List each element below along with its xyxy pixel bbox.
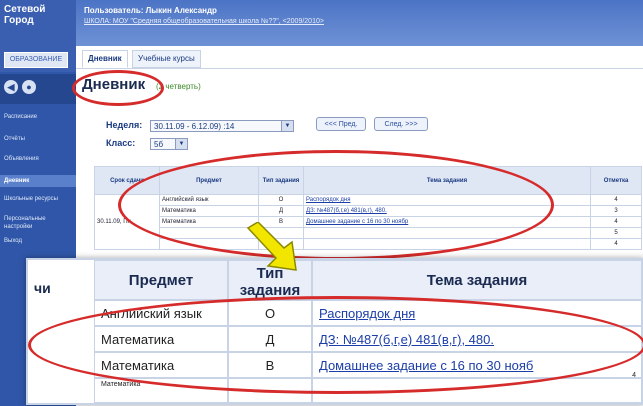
user-name: Пользователь: Лыкин Александр bbox=[84, 6, 217, 15]
mark-cell: 4 bbox=[590, 216, 642, 228]
subject-cell: Английский язык bbox=[159, 194, 259, 206]
sidebar-item-diary[interactable]: Дневник bbox=[0, 175, 76, 187]
prev-week-button[interactable]: <<< Пред. bbox=[316, 117, 366, 131]
logo[interactable]: Сетевой Город bbox=[4, 4, 64, 26]
week-value: 30.11.09 - 6.12.09) :14 bbox=[154, 122, 235, 131]
zoom-header-subject: Предмет bbox=[94, 260, 228, 300]
topic-cell: ДЗ: №487(б,г,е) 481(в,г), 480. bbox=[303, 205, 591, 217]
next-week-button[interactable]: След. >>> bbox=[374, 117, 428, 131]
mark-cell: 3 bbox=[590, 205, 642, 217]
zoom-subject-cell: Математика bbox=[94, 326, 228, 352]
zoom-tail-type bbox=[228, 378, 312, 403]
column-header-mark: Отметка bbox=[590, 166, 642, 195]
topic-cell: Распорядок дня bbox=[303, 194, 591, 206]
zoom-topic-link[interactable]: ДЗ: №487(б,г,е) 481(в,г), 480. bbox=[312, 326, 642, 352]
topic-cell: Домашнее задание с 16 по 30 ноябр bbox=[303, 216, 591, 228]
type-cell: О bbox=[258, 194, 304, 206]
zoom-type-cell: О bbox=[228, 300, 312, 326]
table-row: Математика Д ДЗ: №487(б,г,е) 481(в,г), 4… bbox=[95, 205, 642, 217]
mark-cell: 4 bbox=[590, 194, 642, 206]
zoom-tail-subject: Математика bbox=[94, 378, 228, 403]
table-header-row: Срок сдачи Предмет Тип задания Тема зада… bbox=[94, 166, 642, 195]
week-label: Неделя: bbox=[106, 120, 143, 130]
school-link[interactable]: ШКОЛА: МОУ "Средняя общеобразовательная … bbox=[84, 18, 324, 25]
week-select[interactable]: 30.11.09 - 6.12.09) :14 ▼ bbox=[150, 120, 294, 132]
table-row: 30.11.09, Пн Английский язык О Распорядо… bbox=[94, 194, 642, 250]
back-icon[interactable]: ◀ bbox=[4, 80, 18, 94]
sidebar-item-resources[interactable]: Школьные ресурсы bbox=[4, 195, 72, 203]
column-header-subject: Предмет bbox=[159, 166, 259, 195]
subject-cell: Математика bbox=[159, 205, 259, 217]
logo-badge: ОБРАЗОВАНИЕ bbox=[4, 52, 68, 68]
class-value: 5б bbox=[154, 140, 164, 149]
type-cell: Д bbox=[258, 205, 304, 217]
topic-link[interactable]: Распорядок дня bbox=[306, 197, 350, 203]
zoom-tail-mark: 4 bbox=[632, 372, 636, 379]
column-header-topic: Тема задания bbox=[303, 166, 591, 195]
zoom-type-cell: Д bbox=[228, 326, 312, 352]
zoom-topic-link[interactable]: Домашнее задание с 16 по 30 нояб bbox=[312, 352, 642, 378]
zoom-tail-topic bbox=[312, 378, 642, 403]
tab-courses[interactable]: Учебные курсы bbox=[132, 50, 201, 68]
logo-line-1: Сетевой bbox=[4, 4, 46, 15]
mark-cell: 4 bbox=[590, 238, 642, 250]
topic-cell bbox=[303, 227, 591, 239]
arrow-shape bbox=[246, 222, 297, 271]
sidebar-item-exit[interactable]: Выход bbox=[4, 237, 72, 245]
column-header-deadline: Срок сдачи bbox=[94, 166, 160, 195]
zoom-panel: чи Предмет Тип задания Тема задания Англ… bbox=[26, 258, 643, 405]
column-header-type: Тип задания bbox=[258, 166, 304, 195]
zoom-header-topic: Тема задания bbox=[312, 260, 642, 300]
sidebar-item-settings[interactable]: Персональные настройки bbox=[4, 215, 72, 231]
class-label: Класс: bbox=[106, 138, 136, 148]
class-select[interactable]: 5б ▼ bbox=[150, 138, 188, 150]
sidebar-item-announcements[interactable]: Объявления bbox=[4, 155, 72, 163]
topic-link[interactable]: Домашнее задание с 16 по 30 ноябр bbox=[306, 219, 408, 225]
table-row: Математика В Домашнее задание с 16 по 30… bbox=[95, 216, 642, 228]
topic-link[interactable]: ДЗ: №487(б,г,е) 481(в,г), 480. bbox=[306, 208, 387, 214]
arrow-icon bbox=[246, 222, 297, 271]
table-row: 4 bbox=[95, 238, 642, 250]
sidebar-item-schedule[interactable]: Расписание bbox=[4, 113, 72, 121]
term-label: (2 четверть) bbox=[156, 82, 201, 91]
zoom-type-cell: В bbox=[228, 352, 312, 378]
zoom-topic-link[interactable]: Распорядок дня bbox=[312, 300, 642, 326]
zoom-subject-cell: Английский язык bbox=[94, 300, 228, 326]
home-icon[interactable]: ● bbox=[22, 80, 36, 94]
chevron-down-icon: ▼ bbox=[281, 121, 293, 131]
diary-table: Срок сдачи Предмет Тип задания Тема зада… bbox=[94, 166, 642, 250]
tab-diary[interactable]: Дневник bbox=[82, 50, 128, 68]
mark-cell: 5 bbox=[590, 227, 642, 239]
tabs-strip: Дневник Учебные курсы bbox=[76, 46, 643, 69]
table-row: 5 bbox=[95, 227, 642, 239]
sidebar-item-reports[interactable]: Отчёты bbox=[4, 135, 72, 143]
chevron-down-icon: ▼ bbox=[175, 139, 187, 149]
zoom-subject-cell: Математика bbox=[94, 352, 228, 378]
page-title: Дневник bbox=[82, 76, 146, 93]
deadline-cell: 30.11.09, Пн bbox=[94, 194, 160, 250]
sidebar-icon-bar: ◀ ● bbox=[0, 74, 76, 104]
zoom-left-fragment: чи bbox=[34, 280, 51, 296]
logo-line-2: Город bbox=[4, 15, 34, 26]
topic-cell bbox=[303, 238, 591, 250]
